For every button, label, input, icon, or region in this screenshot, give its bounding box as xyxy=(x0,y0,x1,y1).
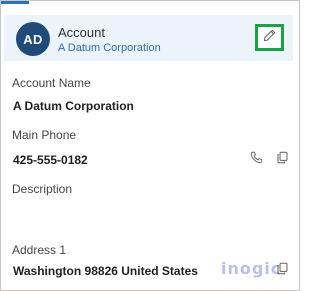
account-name-value: A Datum Corporation xyxy=(13,99,134,113)
copy-phone-button[interactable] xyxy=(275,151,289,169)
entity-type-label: Account xyxy=(58,25,105,40)
watermark: inogic xyxy=(221,259,282,278)
pencil-icon xyxy=(263,29,276,47)
description-label: Description xyxy=(12,182,73,196)
main-phone-label: Main Phone xyxy=(12,128,77,142)
copy-address-button[interactable] xyxy=(275,262,289,280)
top-accent-bar xyxy=(1,1,29,4)
card-header: AD Account A Datum Corporation xyxy=(4,15,293,61)
phone-call-button[interactable] xyxy=(249,151,263,169)
account-name-label: Account Name xyxy=(12,76,91,90)
entity-name-link[interactable]: A Datum Corporation xyxy=(58,42,161,54)
edit-button[interactable] xyxy=(255,24,284,51)
address-label: Address 1 xyxy=(12,243,67,257)
avatar: AD xyxy=(16,22,50,56)
phone-icon xyxy=(250,151,263,169)
address-value: Washington 98826 United States xyxy=(13,264,198,278)
copy-icon xyxy=(276,262,289,280)
copy-icon xyxy=(276,151,289,169)
main-phone-value[interactable]: 425-555-0182 xyxy=(13,153,88,167)
contact-card: AD Account A Datum Corporation Account N… xyxy=(0,0,300,291)
